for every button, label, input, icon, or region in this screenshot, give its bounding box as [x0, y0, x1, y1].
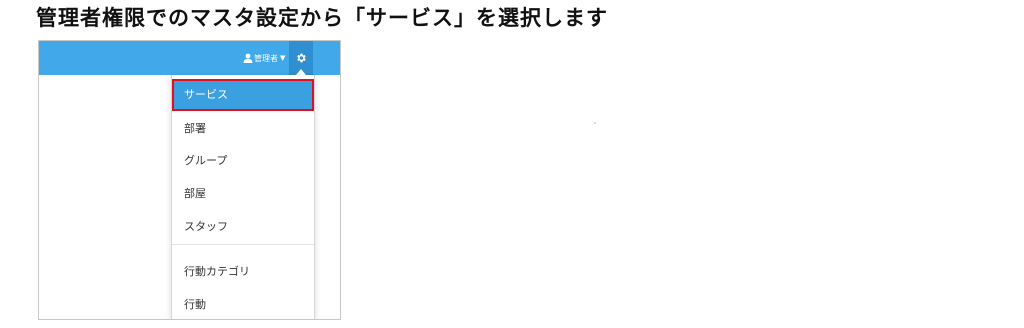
menu-item-action-category[interactable]: 行動カテゴリ — [172, 256, 314, 288]
menu-item-service[interactable]: サービス — [172, 79, 314, 111]
menu-item-room[interactable]: 部屋 — [172, 178, 314, 210]
menu-item-group[interactable]: グループ — [172, 145, 314, 177]
user-menu[interactable]: 管理者 ▼ — [243, 41, 285, 75]
app-screenshot: 管理者 ▼ サービス 部署 グループ 部屋 スタッフ 行動カテゴリ 行動 — [38, 40, 341, 320]
menu-item-staff[interactable]: スタッフ — [172, 211, 314, 243]
menu-item-action[interactable]: 行動 — [172, 289, 314, 319]
user-icon — [243, 53, 253, 63]
settings-dropdown-menu: サービス 部署 グループ 部屋 スタッフ 行動カテゴリ 行動 — [171, 75, 315, 319]
user-name-label: 管理者 — [254, 53, 278, 63]
chevron-down-icon: ▼ — [280, 54, 286, 62]
menu-divider — [172, 244, 314, 245]
instruction-caption: 管理者権限でのマスタ設定から「サービス」を選択します — [36, 6, 608, 30]
top-nav-bar: 管理者 ▼ — [39, 41, 340, 75]
gear-icon — [297, 53, 306, 63]
menu-item-department[interactable]: 部署 — [172, 113, 314, 145]
stray-dot — [594, 122, 596, 124]
